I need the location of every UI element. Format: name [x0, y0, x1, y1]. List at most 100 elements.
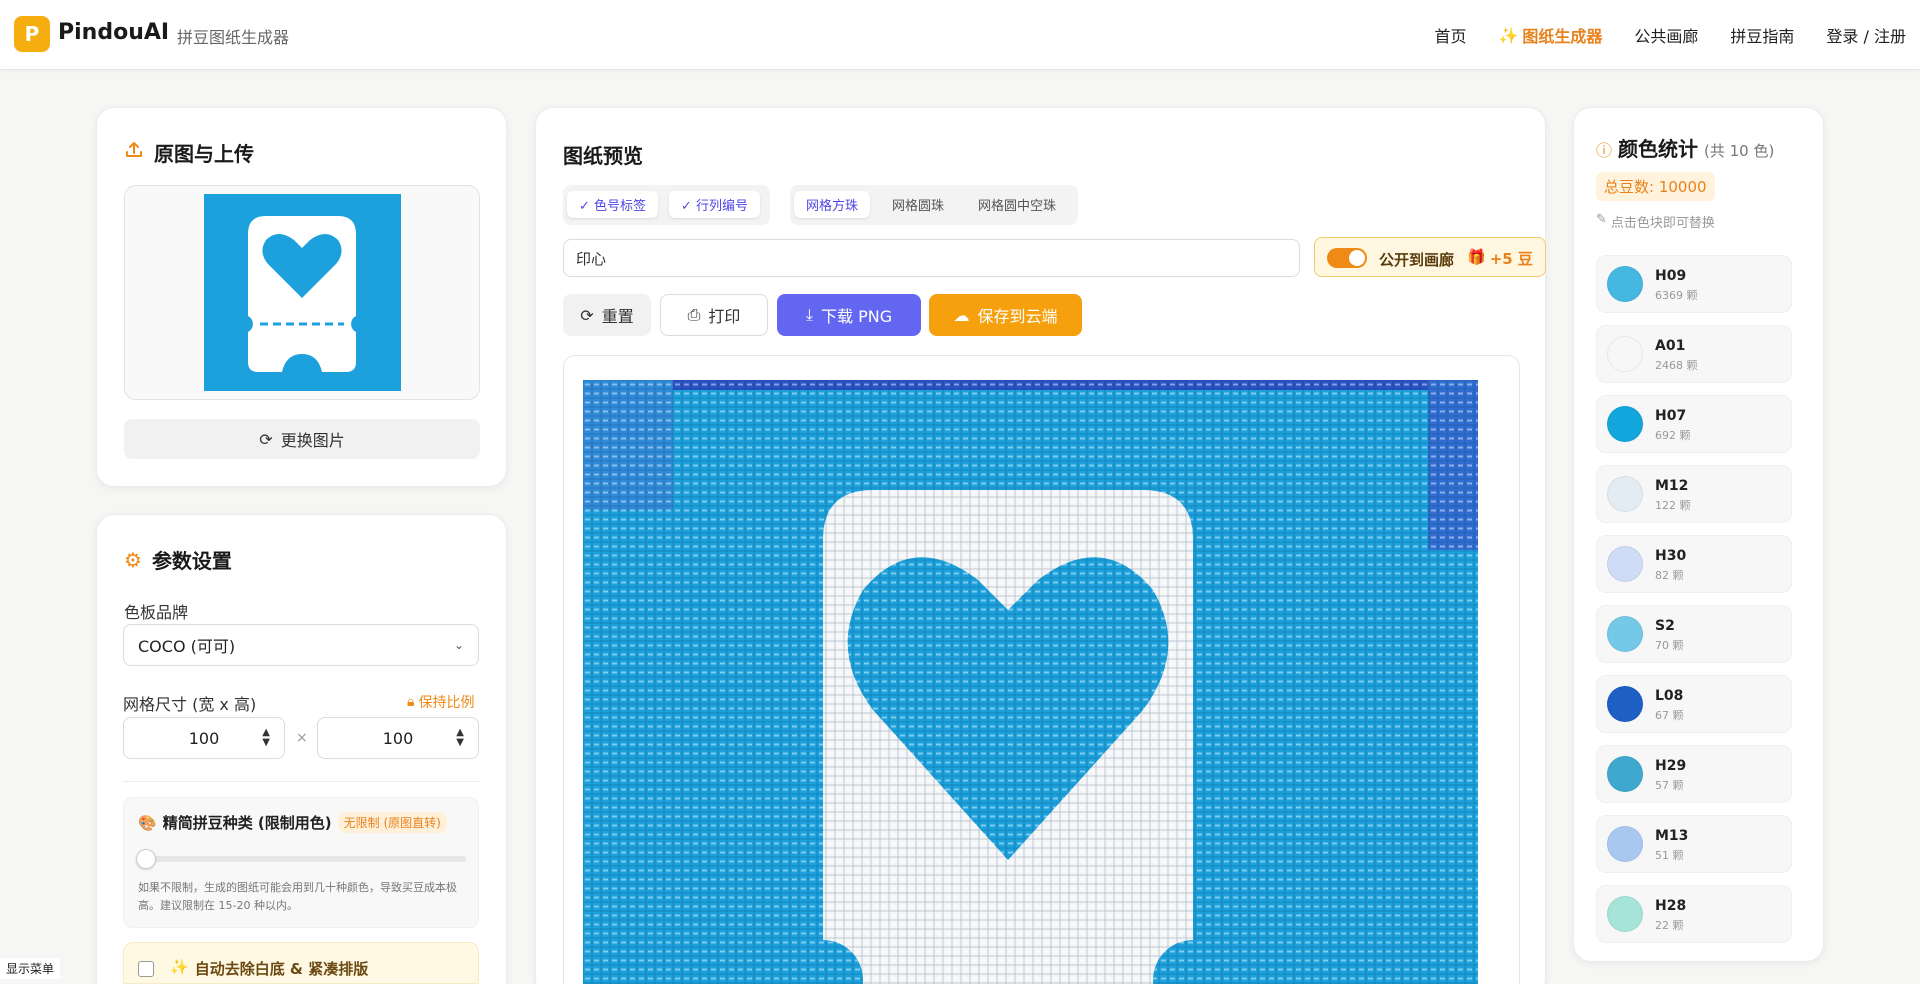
- simplify-note: 如果不限制，生成的图纸可能会用到几十种颜色，导致买豆成本极高。建议限制在 15-…: [138, 881, 457, 912]
- color-count: 57 颗: [1655, 779, 1684, 792]
- show-menu-button[interactable]: 显示菜单: [0, 958, 61, 979]
- color-count: 122 颗: [1655, 499, 1691, 512]
- original-image: [204, 194, 401, 391]
- color-count: 51 颗: [1655, 849, 1684, 862]
- cloud-icon: ☁: [953, 305, 970, 325]
- nav-home[interactable]: 首页: [1434, 23, 1466, 47]
- brand-name[interactable]: PindouAI: [58, 20, 169, 45]
- color-code: H28: [1655, 898, 1687, 914]
- simplify-slider[interactable]: [136, 849, 466, 869]
- change-image-button[interactable]: ⟳ 更换图片: [124, 419, 480, 459]
- total-beads-badge: 总豆数: 10000: [1596, 172, 1715, 201]
- color-stats-card: ⓘ 颜色统计 (共 10 色) 总豆数: 10000 ✎ 点击色块即可替换 H09…: [1573, 107, 1824, 962]
- grid-size-label: 网格尺寸 (宽 x 高): [123, 695, 257, 714]
- keep-ratio-label: 保持比例: [418, 695, 475, 711]
- grid-height-value: 100: [382, 728, 414, 748]
- printer-icon: ⎙: [687, 305, 701, 324]
- main-nav: 首页 ✨ 图纸生成器 公共画廊 拼豆指南 登录 / 注册: [1434, 23, 1906, 47]
- logo-icon[interactable]: P: [14, 16, 50, 52]
- save-cloud-label: 保存到云端: [977, 307, 1058, 326]
- nav-guide[interactable]: 拼豆指南: [1730, 23, 1794, 47]
- color-item[interactable]: M13 51 颗: [1596, 815, 1792, 873]
- tab-round-bead[interactable]: 网格圆珠: [880, 191, 956, 218]
- preview-title: 图纸预览: [563, 144, 643, 168]
- auto-remove-option[interactable]: ✨ 自动去除白底 & 紧凑排版: [123, 942, 479, 984]
- palette-icon: 🎨: [138, 813, 157, 832]
- grid-width-input[interactable]: 100 ▲ ▼: [123, 717, 285, 759]
- toggle-color-code[interactable]: ✓ 色号标签: [567, 191, 659, 218]
- color-item[interactable]: S2 70 颗: [1596, 605, 1792, 663]
- times-sign: ×: [296, 730, 308, 746]
- auto-remove-checkbox[interactable]: [138, 961, 154, 977]
- color-item[interactable]: A01 2468 颗: [1596, 325, 1792, 383]
- replace-hint: ✎ 点击色块即可替换: [1596, 212, 1715, 231]
- slider-handle[interactable]: [136, 849, 156, 869]
- display-toggles: ✓ 色号标签 ✓ 行列编号: [563, 185, 770, 225]
- color-swatch[interactable]: [1607, 826, 1643, 862]
- upload-icon: [124, 140, 144, 165]
- publish-reward: 🎁 +5 豆: [1467, 248, 1533, 269]
- color-swatch[interactable]: [1607, 686, 1643, 722]
- simplify-badge: 无限制 (原图直转): [337, 812, 447, 833]
- color-item[interactable]: H30 82 颗: [1596, 535, 1792, 593]
- simplify-header: 🎨 精简拼豆种类 (限制用色) 无限制 (原图直转): [138, 812, 447, 833]
- color-count: 692 颗: [1655, 429, 1691, 442]
- color-swatch[interactable]: [1607, 896, 1643, 932]
- save-cloud-button[interactable]: ☁ 保存到云端: [929, 294, 1082, 336]
- sparkle-icon: ✨: [1498, 25, 1519, 45]
- sparkle-icon: ✨: [170, 958, 189, 976]
- change-image-label: 更换图片: [280, 431, 345, 450]
- color-item[interactable]: H07 692 颗: [1596, 395, 1792, 453]
- nav-login[interactable]: 登录 / 注册: [1826, 23, 1906, 47]
- nav-gallery[interactable]: 公共画廊: [1634, 23, 1698, 47]
- pattern-preview-frame: [563, 355, 1520, 984]
- color-item[interactable]: M12 122 颗: [1596, 465, 1792, 523]
- bead-pattern-canvas[interactable]: [583, 380, 1478, 984]
- palette-brand-select[interactable]: COCO (可可) ⌄: [123, 624, 479, 666]
- replace-hint-text: 点击色块即可替换: [1610, 216, 1715, 231]
- color-item[interactable]: L08 67 颗: [1596, 675, 1792, 733]
- color-swatch[interactable]: [1607, 546, 1643, 582]
- nav-generator[interactable]: ✨ 图纸生成器: [1498, 23, 1602, 47]
- color-count: 82 颗: [1655, 569, 1684, 582]
- color-item[interactable]: H09 6369 颗: [1596, 255, 1792, 313]
- tab-hollow-bead[interactable]: 网格圆中空珠: [966, 191, 1068, 218]
- download-label: 下载 PNG: [820, 307, 893, 326]
- color-code: H29: [1655, 758, 1687, 774]
- info-icon: ⓘ: [1596, 141, 1613, 160]
- keep-ratio-toggle[interactable]: 🔒︎ 保持比例: [407, 692, 474, 712]
- simplify-title: 精简拼豆种类 (限制用色): [162, 814, 332, 832]
- toggle-color-code-label: 色号标签: [594, 199, 647, 214]
- tab-square-bead[interactable]: 网格方珠: [794, 191, 871, 218]
- brand-subtitle: 拼豆图纸生成器: [177, 28, 290, 47]
- publish-gallery-toggle[interactable]: 公开到画廊 🎁 +5 豆: [1314, 237, 1546, 277]
- color-swatch[interactable]: [1607, 756, 1643, 792]
- color-swatch[interactable]: [1607, 616, 1643, 652]
- width-stepper-icon[interactable]: ▲ ▼: [262, 728, 270, 748]
- publish-label: 公开到画廊: [1379, 251, 1455, 269]
- color-code: L08: [1655, 688, 1684, 704]
- publish-switch[interactable]: [1327, 248, 1367, 268]
- pattern-name-input[interactable]: 印心: [563, 239, 1300, 277]
- simplify-panel: 🎨 精简拼豆种类 (限制用色) 无限制 (原图直转) 如果不限制，生成的图纸可能…: [123, 797, 479, 928]
- toggle-row-col[interactable]: ✓ 行列编号: [669, 191, 761, 218]
- height-stepper-icon[interactable]: ▲ ▼: [456, 728, 464, 748]
- color-count: 67 颗: [1655, 709, 1684, 722]
- download-png-button[interactable]: ⤓ 下载 PNG: [777, 294, 921, 336]
- auto-remove-label: ✨ 自动去除白底 & 紧凑排版: [170, 958, 368, 979]
- grid-height-input[interactable]: 100 ▲ ▼: [317, 717, 479, 759]
- color-swatch[interactable]: [1607, 266, 1643, 302]
- color-item[interactable]: H28 22 颗: [1596, 885, 1792, 943]
- refresh-icon: ⟳: [580, 305, 594, 325]
- color-code: S2: [1655, 618, 1675, 634]
- reset-button[interactable]: ⟳ 重置: [563, 294, 651, 336]
- color-code: H09: [1655, 268, 1687, 284]
- color-swatch[interactable]: [1607, 406, 1643, 442]
- print-button[interactable]: ⎙ 打印: [660, 294, 768, 336]
- color-item[interactable]: H29 57 颗: [1596, 745, 1792, 803]
- color-swatch[interactable]: [1607, 476, 1643, 512]
- color-swatch[interactable]: [1607, 336, 1643, 372]
- nav-generator-label: 图纸生成器: [1522, 27, 1603, 46]
- publish-reward-text: +5 豆: [1489, 250, 1533, 268]
- color-code: H30: [1655, 548, 1687, 564]
